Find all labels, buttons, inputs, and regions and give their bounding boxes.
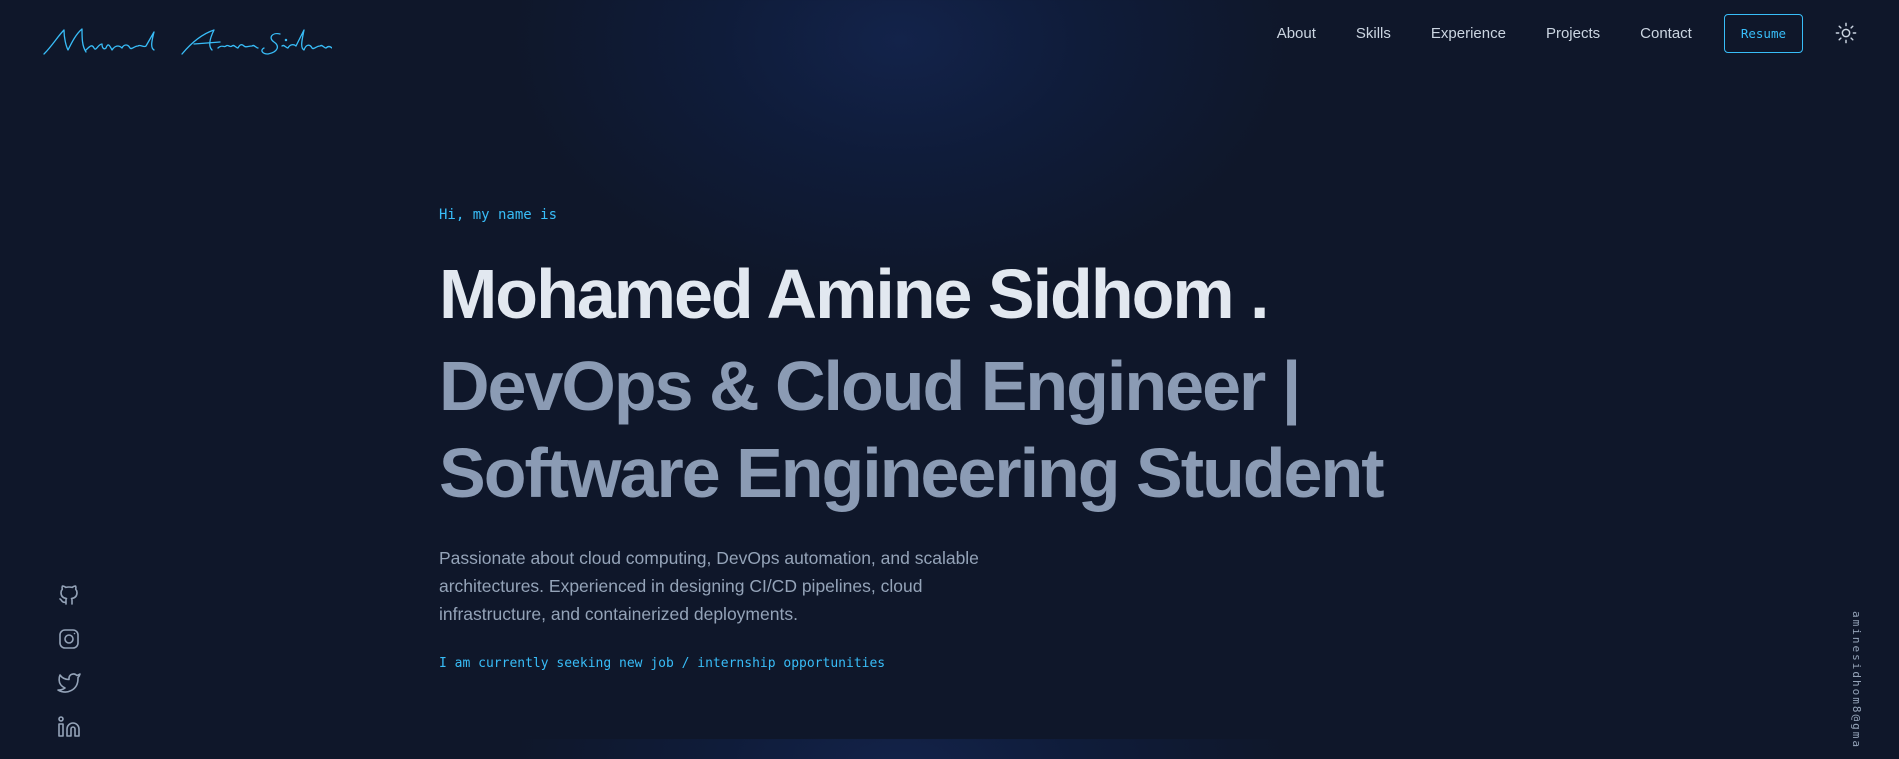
role-line-2: Software Engineering Student: [439, 434, 1385, 512]
linkedin-icon[interactable]: [57, 715, 81, 739]
hero-description: Passionate about cloud computing, DevOps…: [439, 548, 979, 624]
main-nav: About Skills Experience Projects Contact…: [1277, 13, 1859, 53]
instagram-icon[interactable]: [57, 627, 81, 651]
resume-button[interactable]: Resume: [1723, 13, 1803, 53]
nav-skills[interactable]: Skills: [1356, 25, 1391, 42]
nav-experience[interactable]: Experience: [1431, 25, 1506, 42]
signature-logo: [43, 28, 333, 55]
social-links: [57, 583, 83, 759]
intro-text: Hi, my name is: [439, 207, 558, 223]
hero-name: Mohamed Amine Sidhom .: [439, 255, 1269, 333]
email-link[interactable]: aminesidhom8@gma: [1850, 611, 1863, 749]
github-icon[interactable]: [57, 583, 81, 607]
twitter-icon[interactable]: [57, 671, 81, 695]
nav-projects[interactable]: Projects: [1546, 25, 1600, 42]
site-logo[interactable]: [42, 22, 333, 62]
nav-contact[interactable]: Contact: [1640, 25, 1692, 42]
role-line-1: DevOps & Cloud Engineer |: [439, 347, 1301, 425]
hero-role: DevOps & Cloud Engineer | Software Engin…: [439, 343, 1439, 517]
seeking-text: I am currently seeking new job / interns…: [439, 656, 886, 671]
sun-icon: [1835, 22, 1857, 44]
theme-toggle-button[interactable]: [1833, 20, 1859, 46]
nav-about[interactable]: About: [1277, 25, 1316, 42]
